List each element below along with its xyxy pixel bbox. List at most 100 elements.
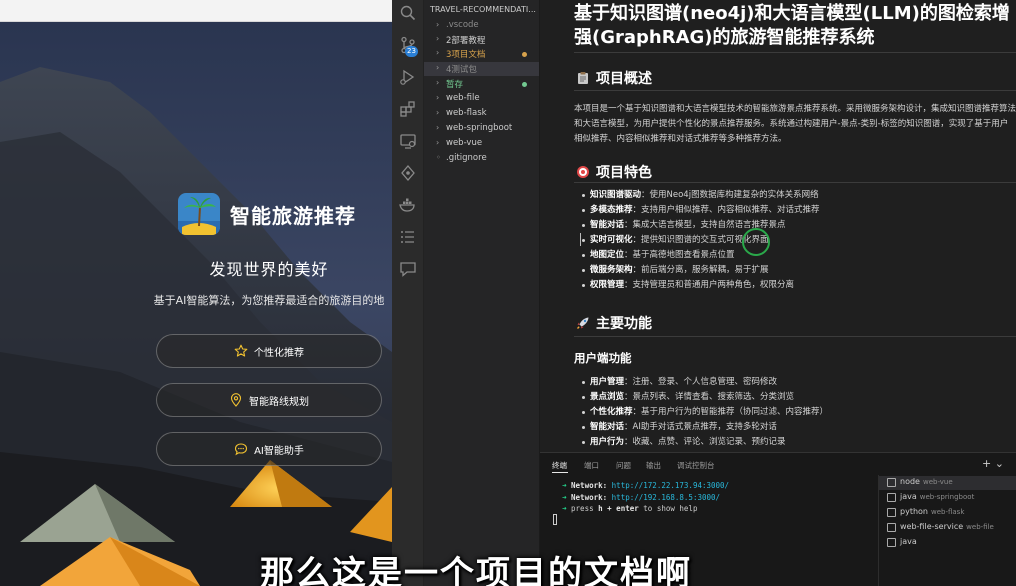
star-icon <box>234 344 248 358</box>
document-title: 基于知识图谱(neo4j)和大语言模型(LLM)的图检索增强(GraphRAG)… <box>574 3 1010 48</box>
explorer-panel: TRAVEL-RECOMMENDATI... › .vscode › 2部署教程… <box>424 0 540 586</box>
tab-output[interactable]: 输出 <box>646 460 661 471</box>
brand-name: 智能旅游推荐 <box>230 203 356 228</box>
extensions-icon[interactable] <box>398 99 418 119</box>
file-icon: ◦ <box>436 153 441 162</box>
screen: 智能旅游推荐 发现世界的美好 基于AI智能算法，为您推荐最适合的旅游目的地 个性… <box>0 0 1016 586</box>
terminal-instance[interactable]: web-file-service web-file <box>879 521 1016 535</box>
tree-item-label: 暂存 <box>446 80 464 90</box>
tree-item-web-flask[interactable]: › web-flask <box>424 107 539 121</box>
personalized-recommend-label: 个性化推荐 <box>254 347 304 359</box>
terminal-icon <box>887 523 896 532</box>
chevron-right-icon: › <box>436 93 440 102</box>
overview-heading: 项目概述 <box>576 68 652 88</box>
chevron-right-icon: › <box>436 138 440 147</box>
terminal-cursor <box>553 514 557 525</box>
tree-item-label: web-vue <box>446 138 483 148</box>
source-control-badge: 23 <box>405 46 418 57</box>
markdown-preview: 基于知识图谱(neo4j)和大语言模型(LLM)的图检索增强(GraphRAG)… <box>540 0 1016 452</box>
browser-top-bar <box>0 0 392 22</box>
overview-heading-text: 项目概述 <box>596 71 652 87</box>
clipboard-icon <box>576 71 590 85</box>
modified-dot <box>522 52 527 57</box>
chevron-right-icon: › <box>436 108 440 117</box>
tree-item-web-file[interactable]: › web-file <box>424 92 539 106</box>
activity-bar <box>392 0 424 586</box>
divider <box>574 182 1016 183</box>
chat-icon[interactable] <box>398 259 418 279</box>
tree-item-label: 4测试包 <box>446 65 477 75</box>
tab-ports[interactable]: 端口 <box>584 460 599 471</box>
ai-assistant-button[interactable]: AI智能助手 <box>156 432 382 466</box>
features-heading-text: 项目特色 <box>596 165 652 181</box>
tab-terminal[interactable]: 终端 <box>552 460 567 471</box>
tree-item-label: 3项目文档 <box>446 50 486 60</box>
functions-heading-text: 主要功能 <box>596 316 652 332</box>
list-item: 实时可视化：提供知识图谱的交互式可视化界面 <box>582 233 1014 248</box>
docker-icon[interactable] <box>398 195 418 215</box>
tab-debug-console[interactable]: 调试控制台 <box>677 460 715 471</box>
explorer-title: TRAVEL-RECOMMENDATI... <box>430 5 536 14</box>
chevron-right-icon: › <box>436 63 440 72</box>
location-pin-icon <box>229 393 243 407</box>
mouse-cursor-highlight <box>742 228 770 256</box>
hero-tagline: 发现世界的美好 <box>209 260 329 279</box>
tree-item-label: web-file <box>446 93 480 103</box>
chevron-right-icon: › <box>436 20 440 29</box>
list-item: 智能对话：集成大语言模型，支持自然语言推荐景点 <box>582 218 1014 233</box>
terminal-instance[interactable]: python web-flask <box>879 506 1016 520</box>
features-heading: 项目特色 <box>576 162 652 182</box>
list-item: 景点浏览：景点列表、详情查看、搜索筛选、分类浏览 <box>582 390 1014 405</box>
tree-item-web-springboot[interactable]: › web-springboot <box>424 122 539 136</box>
tab-problems[interactable]: 问题 <box>616 460 631 471</box>
chevron-right-icon: › <box>436 48 440 57</box>
remote-explorer-icon[interactable] <box>398 131 418 151</box>
route-planning-label: 智能路线规划 <box>249 396 309 408</box>
tree-item-label: 2部署教程 <box>446 36 486 46</box>
overview-paragraph: 本项目是一个基于知识图谱和大语言模型技术的智能旅游景点推荐系统。采用微服务架构设… <box>574 104 1016 144</box>
brand: 智能旅游推荐 <box>178 193 356 235</box>
untracked-dot <box>522 82 527 87</box>
chat-bubble-icon <box>234 442 248 456</box>
tree-item-label: .gitignore <box>446 153 487 163</box>
user-functions-heading: 用户端功能 <box>574 351 632 365</box>
chevron-right-icon: › <box>436 34 440 43</box>
hero-subtitle: 基于AI智能算法，为您推荐最适合的旅游目的地 <box>153 294 385 307</box>
run-debug-icon[interactable] <box>398 67 418 87</box>
rocket-icon <box>576 316 590 330</box>
features-list: 知识图谱驱动：使用Neo4j图数据库构建复杂的实体关系网络 多模态推荐：支持用户… <box>582 188 1014 293</box>
list-item: 个性化推荐：基于用户行为的智能推荐（协同过滤、内容推荐） <box>582 405 1014 420</box>
ai-assistant-label: AI智能助手 <box>254 445 304 457</box>
terminal-instance[interactable]: node web-vue <box>879 476 1016 490</box>
list-item: 知识图谱驱动：使用Neo4j图数据库构建复杂的实体关系网络 <box>582 188 1014 203</box>
search-icon[interactable] <box>398 3 418 23</box>
text-caret <box>580 233 581 246</box>
terminal-icon <box>887 493 896 502</box>
tree-item-project-docs[interactable]: › 3项目文档 <box>424 47 539 61</box>
target-icon <box>576 165 590 179</box>
active-tab-indicator <box>552 472 568 473</box>
tree-item-test-package[interactable]: › 4测试包 <box>424 62 539 76</box>
terminal-line: ➜ Network: http://172.22.173.94:3000/ <box>562 481 730 490</box>
terminal-icon <box>887 508 896 517</box>
tree-item-staging[interactable]: › 暂存 <box>424 77 539 91</box>
tree-item-vscode[interactable]: › .vscode <box>424 19 539 33</box>
divider <box>574 336 1016 337</box>
terminal-line: ➜ Network: http://192.168.8.5:3000/ <box>562 493 721 502</box>
git-history-icon[interactable] <box>398 163 418 183</box>
tree-item-gitignore[interactable]: ◦ .gitignore <box>424 152 539 166</box>
new-terminal-button[interactable]: + ⌄ <box>982 457 1004 470</box>
list-icon[interactable] <box>398 227 418 247</box>
personalized-recommend-button[interactable]: 个性化推荐 <box>156 334 382 368</box>
tree-item-web-vue[interactable]: › web-vue <box>424 137 539 151</box>
travel-web-app: 智能旅游推荐 发现世界的美好 基于AI智能算法，为您推荐最适合的旅游目的地 个性… <box>0 0 392 586</box>
list-item: 用户行为：收藏、点赞、评论、浏览记录、预约记录 <box>582 435 1014 450</box>
list-item: 地图定位：基于高德地图查看景点位置 <box>582 248 1014 263</box>
tree-item-deploy-tutorial[interactable]: › 2部署教程 <box>424 33 539 47</box>
list-item: 权限管理：支持管理员和普通用户两种角色，权限分离 <box>582 278 1014 293</box>
video-caption: 那么这是一个项目的文档啊 <box>260 554 692 586</box>
functions-heading: 主要功能 <box>576 313 652 333</box>
route-planning-button[interactable]: 智能路线规划 <box>156 383 382 417</box>
terminal-instance[interactable]: java web-springboot <box>879 491 1016 505</box>
palm-tree-logo-icon <box>178 193 220 235</box>
